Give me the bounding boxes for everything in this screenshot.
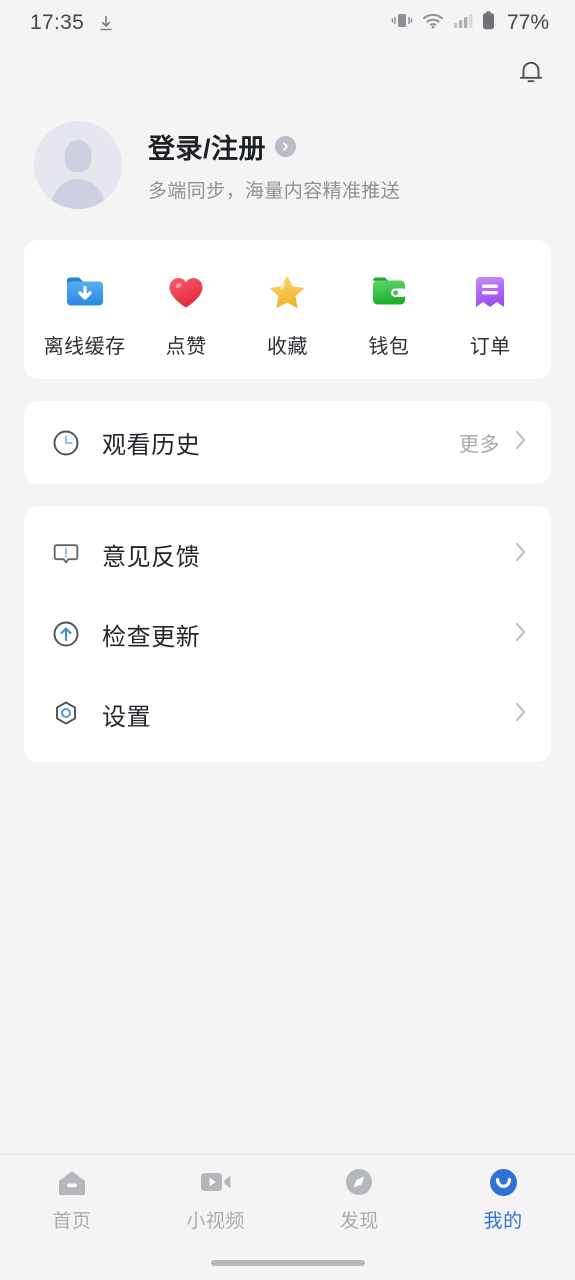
tab-label: 我的 [483, 1211, 523, 1232]
tab-discover[interactable]: 发现 [288, 1165, 432, 1233]
menu-item-check-update[interactable]: 检查更新 [24, 594, 551, 674]
tab-label: 首页 [52, 1211, 92, 1232]
avatar-body [52, 179, 104, 209]
quick-actions-card: 离线缓存 点赞 收藏 钱包 订单 [24, 240, 551, 379]
menu-item-label: 设置 [102, 703, 152, 731]
login-register-title: 登录/注册 [148, 134, 267, 164]
download-icon [98, 15, 114, 32]
main-content: 登录/注册 多端同步，海量内容精准推送 离线缓存 点赞 收藏 钱包 订单 观看历… [0, 46, 575, 1154]
chevron-right-icon[interactable] [514, 701, 527, 728]
avatar[interactable] [34, 121, 122, 209]
vibrate-icon [391, 12, 413, 34]
quick-action-offline-cache[interactable]: 离线缓存 [37, 266, 133, 359]
status-bar: 17:35 77% [0, 0, 575, 46]
quick-action-label: 点赞 [165, 336, 207, 358]
quick-action-label: 钱包 [368, 336, 410, 358]
status-bar-indicators: 77% [391, 11, 549, 35]
notification-button[interactable] [511, 54, 551, 94]
wifi-icon [422, 12, 444, 34]
status-bar-time: 17:35 [30, 11, 85, 34]
signal-icon [453, 12, 473, 34]
home-indicator-area [0, 1246, 575, 1280]
tab-short-video[interactable]: 小视频 [144, 1165, 288, 1233]
wallet-icon [363, 266, 415, 318]
quick-action-order[interactable]: 订单 [442, 266, 538, 359]
menu-item-feedback[interactable]: 意见反馈 [24, 514, 551, 594]
quick-action-like[interactable]: 点赞 [138, 266, 234, 359]
heart-icon [160, 266, 212, 318]
quick-action-label: 离线缓存 [43, 336, 126, 358]
quick-action-label: 收藏 [266, 336, 308, 358]
battery-percent: 77% [506, 11, 549, 34]
profile-text: 登录/注册 多端同步，海量内容精准推送 [148, 127, 400, 203]
avatar-head [65, 140, 91, 172]
menu-item-settings[interactable]: 设置 [24, 674, 551, 754]
top-bar [0, 46, 575, 102]
profile-subtitle: 多端同步，海量内容精准推送 [148, 181, 401, 202]
bell-icon [518, 58, 544, 91]
chevron-right-icon[interactable] [514, 429, 527, 456]
chevron-right-icon[interactable] [514, 621, 527, 648]
profile-smiley-icon [488, 1165, 519, 1199]
battery-icon [482, 11, 495, 35]
menu-item-label: 意见反馈 [102, 543, 201, 571]
tab-home[interactable]: 首页 [0, 1165, 144, 1233]
update-icon [50, 618, 82, 650]
watch-history-label: 观看历史 [102, 432, 201, 459]
home-icon [55, 1165, 89, 1199]
profile-header[interactable]: 登录/注册 多端同步，海量内容精准推送 [0, 102, 575, 218]
quick-action-wallet[interactable]: 钱包 [341, 266, 437, 359]
home-indicator[interactable] [210, 1260, 365, 1266]
feedback-icon [50, 538, 82, 570]
settings-icon [50, 698, 82, 730]
star-icon [261, 266, 313, 318]
quick-action-label: 订单 [469, 336, 511, 358]
download-folder-icon [59, 266, 111, 318]
clock-icon [50, 427, 82, 459]
watch-history-more-label[interactable]: 更多 [459, 428, 500, 457]
chevron-right-icon[interactable] [514, 541, 527, 568]
tab-mine[interactable]: 我的 [431, 1165, 575, 1233]
bottom-navigation: 首页 小视频 发现 我的 [0, 1154, 575, 1246]
compass-icon [344, 1165, 374, 1199]
chevron-right-circle-icon[interactable] [275, 136, 297, 157]
settings-menu-card: 意见反馈 检查更新 设置 [24, 506, 551, 762]
receipt-icon [464, 266, 516, 318]
menu-item-label: 检查更新 [102, 623, 201, 651]
video-icon [198, 1165, 234, 1199]
tab-label: 小视频 [186, 1211, 245, 1232]
watch-history-row[interactable]: 观看历史 更多 [24, 401, 551, 484]
quick-action-favorite[interactable]: 收藏 [239, 266, 335, 359]
login-register-row[interactable]: 登录/注册 [148, 127, 400, 166]
tab-label: 发现 [339, 1211, 379, 1232]
app-screen: 17:35 77% 登录/注册 多端同步，海量内容精准推送 离线缓存 点赞 收藏… [0, 0, 575, 1280]
